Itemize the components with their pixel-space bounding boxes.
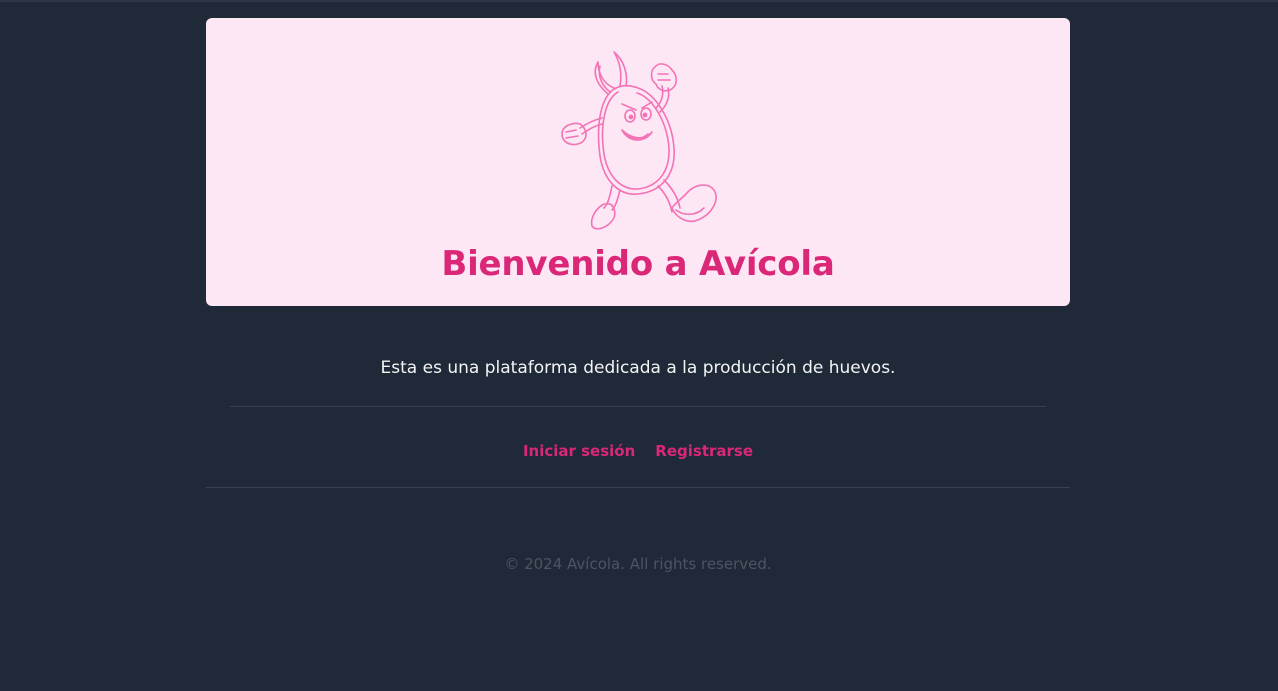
footer-divider: [206, 487, 1070, 488]
mascot-foot-left: [590, 203, 616, 230]
mascot-horn-left: [594, 61, 615, 95]
login-link[interactable]: Iniciar sesión: [523, 440, 635, 462]
mascot-leg-right: [663, 179, 681, 209]
copyright-text: © 2024 Avícola. All rights reserved.: [504, 555, 772, 573]
page-title: Bienvenido a Avícola: [441, 244, 835, 284]
mascot-horn-right: [613, 51, 628, 87]
mascot-horn-left-inner: [598, 65, 611, 93]
auth-nav: Iniciar sesión Registrarse: [206, 440, 1070, 462]
platform-description: Esta es una plataforma dedicada a la pro…: [380, 358, 896, 378]
divider: [230, 406, 1046, 407]
register-link[interactable]: Registrarse: [655, 440, 753, 462]
running-egg-mascot-icon: [561, 51, 717, 230]
mascot-fist-right: [650, 63, 678, 92]
